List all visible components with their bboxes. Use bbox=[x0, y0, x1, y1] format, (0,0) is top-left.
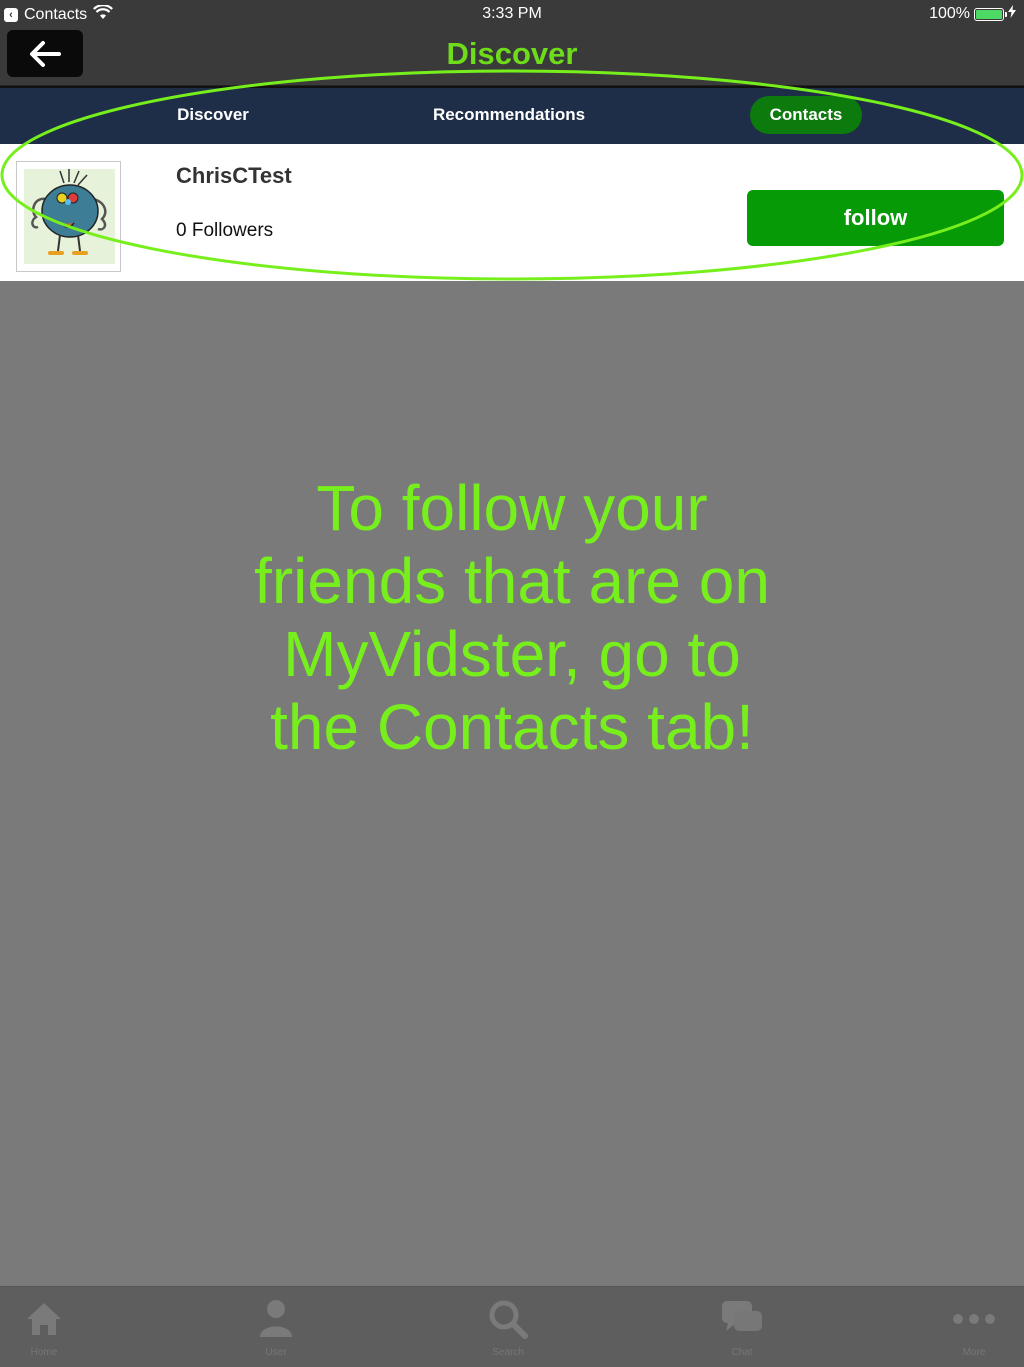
follow-button[interactable]: follow bbox=[747, 190, 1004, 246]
bottom-tab-bar: Home User Search Chat More bbox=[0, 1286, 1024, 1367]
home-icon bbox=[0, 1297, 94, 1341]
tab-discover[interactable]: Discover bbox=[150, 96, 276, 134]
instruction-line: the Contacts tab! bbox=[270, 691, 754, 763]
bottom-tab-home[interactable]: Home bbox=[0, 1297, 94, 1358]
bottom-tab-label: Chat bbox=[731, 1347, 753, 1358]
battery-icon bbox=[974, 7, 1007, 21]
instruction-line: To follow your bbox=[316, 472, 708, 544]
avatar[interactable] bbox=[16, 161, 121, 272]
followers-count: 0 Followers bbox=[176, 220, 274, 241]
contact-name[interactable]: ChrisCTest bbox=[176, 163, 292, 189]
battery-fill bbox=[976, 9, 1002, 19]
battery-percent: 100% bbox=[929, 5, 970, 22]
status-bar: ‹ Contacts 3:33 PM 100% bbox=[0, 0, 1024, 28]
user-icon bbox=[226, 1297, 326, 1341]
search-icon bbox=[458, 1297, 558, 1341]
navigation-bar: Discover bbox=[0, 28, 1024, 86]
monster-avatar-image bbox=[24, 169, 115, 264]
instruction-text: To follow your friends that are on MyVid… bbox=[200, 472, 824, 764]
discover-tabs: Discover Recommendations Contacts bbox=[0, 86, 1024, 144]
bottom-tab-label: User bbox=[265, 1347, 287, 1358]
charging-icon bbox=[1008, 5, 1016, 23]
tab-contacts[interactable]: Contacts bbox=[750, 96, 862, 134]
bottom-tab-label: Home bbox=[30, 1347, 58, 1358]
status-time: 3:33 PM bbox=[482, 5, 542, 22]
bottom-tab-label: More bbox=[962, 1347, 986, 1358]
battery-status: 100% bbox=[929, 5, 1016, 23]
bottom-tab-user[interactable]: User bbox=[226, 1297, 326, 1358]
bottom-tab-label: Search bbox=[492, 1347, 524, 1358]
tab-recommendations[interactable]: Recommendations bbox=[410, 96, 608, 134]
chat-icon bbox=[692, 1297, 792, 1341]
page-title: Discover bbox=[446, 36, 578, 71]
instruction-line: MyVidster, go to bbox=[283, 618, 741, 690]
more-icon bbox=[924, 1297, 1024, 1341]
instruction-line: friends that are on bbox=[254, 545, 770, 617]
bottom-tab-chat[interactable]: Chat bbox=[692, 1297, 792, 1358]
bottom-tab-more[interactable]: More bbox=[924, 1297, 1024, 1358]
contact-list-item[interactable]: ChrisCTest 0 Followers follow bbox=[0, 144, 1024, 281]
bottom-tab-search[interactable]: Search bbox=[458, 1297, 558, 1358]
